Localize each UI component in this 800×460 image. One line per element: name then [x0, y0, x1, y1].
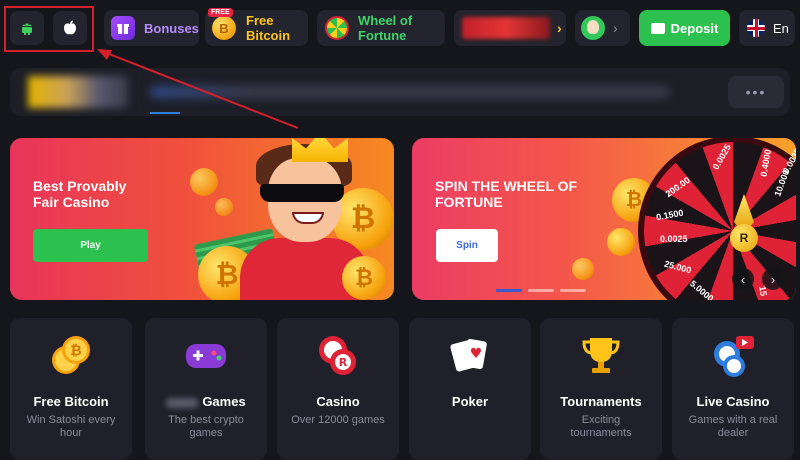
- category-card-tournaments[interactable]: Tournaments Exciting tournaments: [540, 318, 662, 460]
- carousel-dots: [496, 289, 586, 292]
- promo-banner-wheel[interactable]: ₿ 0.0025 200.00 0.1500 0.0025 25.000 5.0…: [412, 138, 796, 300]
- svg-text:₿: ₿: [70, 343, 81, 359]
- avatar: [581, 16, 605, 40]
- card-title: Free Bitcoin: [33, 394, 109, 409]
- category-card-casino[interactable]: R Casino Over 12000 games: [277, 318, 399, 460]
- free-bitcoin-label: Free Bitcoin: [246, 13, 291, 43]
- gift-icon: [111, 16, 135, 40]
- deposit-button[interactable]: Deposit: [639, 10, 730, 46]
- card-title: Live Casino: [696, 394, 770, 409]
- carousel-dot[interactable]: [560, 289, 586, 292]
- bitcoin-coin-icon: [215, 198, 233, 216]
- uk-flag-icon: [747, 19, 765, 37]
- promo-banner-casino[interactable]: ₿ ₿ ₿ Best Provably Fair Casino Play: [10, 138, 394, 300]
- svg-text:R: R: [339, 356, 348, 369]
- wheel-of-fortune-button[interactable]: Wheel of Fortune: [317, 10, 445, 46]
- casino-chips-icon: R: [319, 336, 356, 375]
- language-label: En: [773, 20, 789, 36]
- crown-icon: [292, 138, 348, 162]
- play-button[interactable]: Play: [33, 229, 148, 262]
- carousel-dot[interactable]: [528, 289, 554, 292]
- card-description: The best crypto games: [168, 414, 244, 439]
- spin-button[interactable]: Spin: [436, 229, 498, 262]
- bitcoin-coin-icon: ₿: [342, 256, 386, 300]
- fortune-wheel-icon: [325, 16, 349, 40]
- playing-cards-icon: ♥: [450, 338, 487, 372]
- carousel-dot[interactable]: [496, 289, 522, 292]
- svg-text:♥: ♥: [470, 346, 483, 362]
- carousel-next-button[interactable]: ›: [762, 268, 784, 290]
- nav-active-indicator: [150, 112, 180, 114]
- site-logo-blurred: [28, 76, 128, 108]
- chevron-right-icon: ›: [557, 20, 562, 36]
- wheel-hub-logo: R: [730, 224, 758, 252]
- more-menu-button[interactable]: •••: [728, 76, 784, 108]
- banner-title: Spin the Wheel of Fortune: [435, 178, 578, 210]
- balance-blurred: [462, 17, 550, 39]
- bitcoin-coin-icon: [607, 228, 635, 256]
- wheel-value: 0.0025: [660, 234, 688, 244]
- category-nav: •••: [10, 68, 790, 116]
- top-bar: Bonuses FREE B Free Bitcoin Wheel of For…: [0, 0, 800, 60]
- balance-selector[interactable]: ›: [454, 10, 566, 46]
- blurred-brand: [166, 397, 199, 408]
- bitcoin-coin-icon: B: [212, 16, 236, 40]
- free-badge: FREE: [208, 8, 233, 17]
- card-title: Poker: [451, 394, 489, 409]
- carousel-prev-button[interactable]: ‹: [732, 268, 754, 290]
- card-title: Casino: [316, 394, 360, 409]
- live-chips-icon: [714, 336, 754, 377]
- card-title: Games: [145, 394, 267, 409]
- language-selector[interactable]: En: [739, 10, 795, 46]
- bitcoin-coin-icon: [572, 258, 594, 280]
- chevron-right-icon: ›: [613, 20, 618, 36]
- card-title: Tournaments: [560, 394, 642, 409]
- gamepad-icon: [186, 344, 226, 368]
- category-card-poker[interactable]: ♥ Poker: [409, 318, 531, 460]
- category-card-games[interactable]: Games The best crypto games: [145, 318, 267, 460]
- card-description: Win Satoshi every hour: [26, 414, 116, 439]
- category-card-live-casino[interactable]: Live Casino Games with a real dealer: [672, 318, 794, 460]
- card-description: Over 12000 games: [291, 414, 385, 426]
- deposit-label: Deposit: [670, 20, 719, 36]
- profile-button[interactable]: ›: [575, 10, 630, 46]
- category-card-free-bitcoin[interactable]: ₿ Free Bitcoin Win Satoshi every hour: [10, 318, 132, 460]
- wheel-of-fortune-label: Wheel of Fortune: [358, 13, 413, 43]
- trophy-icon: [582, 338, 620, 373]
- bonuses-label: Bonuses: [144, 20, 199, 36]
- highlight-box: [4, 6, 94, 52]
- sunglasses-icon: [260, 184, 344, 202]
- card-description: Games with a real dealer: [688, 414, 778, 439]
- nav-links-blurred[interactable]: [150, 86, 670, 98]
- bitcoin-coins-icon: ₿: [52, 336, 90, 374]
- wallet-icon: [650, 22, 665, 34]
- bonuses-button[interactable]: Bonuses: [104, 10, 199, 46]
- card-description: Exciting tournaments: [570, 414, 632, 439]
- banner-title: Best Provably Fair Casino: [33, 178, 127, 210]
